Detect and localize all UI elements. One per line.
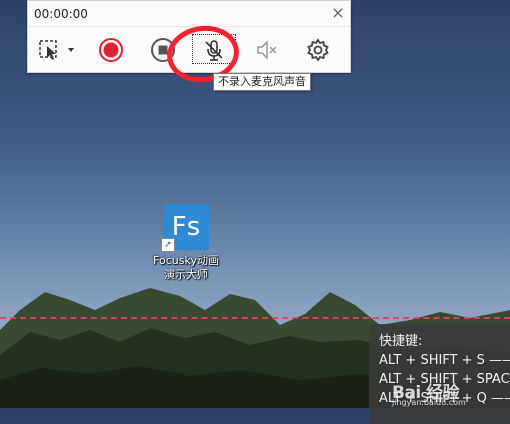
desktop-shortcut-focusky[interactable]: Fs ➚ Focusky动画 演示大师 [143, 204, 229, 282]
toolbar-divider [28, 26, 350, 27]
baidu-watermark-url: jingyan.baidu.com [392, 398, 466, 407]
focusky-app-icon: Fs ➚ [161, 204, 209, 252]
shortcut-label-line1: Focusky动画 [153, 254, 219, 267]
app-icon-glyph: Fs [171, 212, 201, 242]
shortcuts-title: 快捷键: [379, 334, 423, 349]
recording-timer: 00:00:00 [34, 7, 88, 21]
desktop-shortcut-label: Focusky动画 演示大师 [143, 254, 229, 282]
shortcut-arrow-icon: ➚ [161, 238, 175, 252]
shortcut-line: ALT + SHIFT + S —— [379, 353, 510, 368]
speaker-muted-icon [257, 40, 277, 60]
recording-boundary-line [0, 317, 510, 319]
record-button[interactable] [98, 37, 124, 63]
region-select-icon [39, 40, 74, 60]
record-icon [99, 38, 123, 62]
shortcut-keys-panel: 快捷键: ALT + SHIFT + S —— ALT + SHIFT + SP… [369, 324, 510, 424]
gear-icon [307, 38, 329, 62]
mic-tooltip: 不录入麦克风声音 [213, 73, 311, 91]
speaker-toggle-button[interactable] [254, 37, 280, 63]
close-button[interactable]: × [330, 4, 346, 22]
settings-button[interactable] [305, 37, 331, 63]
region-select-button[interactable] [36, 37, 76, 63]
shortcut-label-line2: 演示大师 [164, 268, 208, 281]
